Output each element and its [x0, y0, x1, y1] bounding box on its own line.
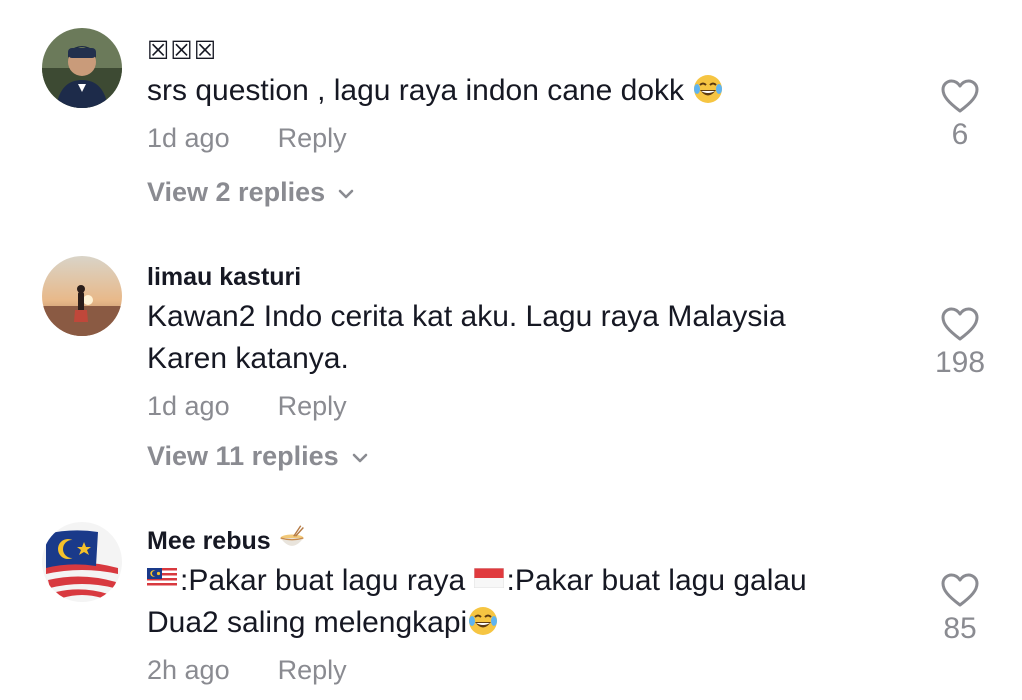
comment-text: Kawan2 Indo cerita kat aku. Lagu raya Ma… — [147, 296, 907, 380]
view-replies-button[interactable]: View 2 replies — [147, 172, 907, 212]
reply-button[interactable]: Reply — [278, 391, 347, 421]
comment-text: srs question , lagu raya indon cane dokk — [147, 70, 907, 112]
comment-meta: 2h ago Reply — [147, 650, 907, 690]
chevron-down-icon — [352, 453, 367, 463]
comment-time: 1d ago — [147, 391, 230, 421]
like-count: 198 — [934, 346, 986, 379]
view-replies-button[interactable]: View 11 replies — [147, 436, 907, 476]
like-button[interactable]: 6 — [920, 78, 1000, 154]
noodle-bowl-emoji — [278, 524, 306, 552]
comment-username[interactable]: Mee rebus — [147, 524, 907, 558]
avatar[interactable] — [42, 256, 122, 336]
comment-text-line: srs question , lagu raya indon cane dokk — [147, 74, 684, 107]
avatar[interactable] — [42, 522, 122, 602]
comment-username[interactable]: limau kasturi — [147, 260, 907, 294]
comment-username[interactable]: ☒☒☒ — [147, 34, 907, 68]
comment-username-text: Mee rebus — [147, 527, 271, 555]
heart-outline-icon[interactable] — [940, 572, 980, 608]
tears-of-joy-emoji — [467, 605, 499, 637]
heart-outline-icon[interactable] — [940, 306, 980, 342]
heart-outline-icon[interactable] — [940, 78, 980, 114]
comment-meta: 1d ago Reply — [147, 386, 907, 426]
comment-text-line: Kawan2 Indo cerita kat aku. Lagu raya Ma… — [147, 300, 786, 333]
comment-time: 2h ago — [147, 655, 230, 685]
comment-text-part: :Pakar buat lagu galau — [506, 564, 807, 597]
avatar[interactable] — [42, 28, 122, 108]
like-count: 85 — [943, 612, 977, 645]
comment-text-line: Dua2 saling melengkapi — [147, 606, 468, 639]
like-count: 6 — [951, 118, 969, 151]
comment-meta: 1d ago Reply — [147, 118, 907, 158]
tears-of-joy-emoji — [692, 73, 724, 105]
chevron-down-icon — [338, 189, 354, 199]
reply-button[interactable]: Reply — [278, 123, 347, 153]
comment-text-part: :Pakar buat lagu raya — [180, 564, 474, 597]
indonesia-flag-emoji — [473, 568, 504, 588]
comment-text: :Pakar buat lagu raya :Pakar buat lagu g… — [147, 560, 907, 644]
malaysia-flag-emoji — [147, 568, 177, 588]
like-button[interactable]: 85 — [920, 572, 1000, 648]
view-replies-label: View 11 replies — [147, 441, 339, 471]
view-replies-label: View 2 replies — [147, 177, 326, 207]
comment-text-line: Karen katanya. — [147, 342, 349, 375]
like-button[interactable]: 198 — [920, 306, 1000, 382]
comment-time: 1d ago — [147, 123, 230, 153]
reply-button[interactable]: Reply — [278, 655, 347, 685]
